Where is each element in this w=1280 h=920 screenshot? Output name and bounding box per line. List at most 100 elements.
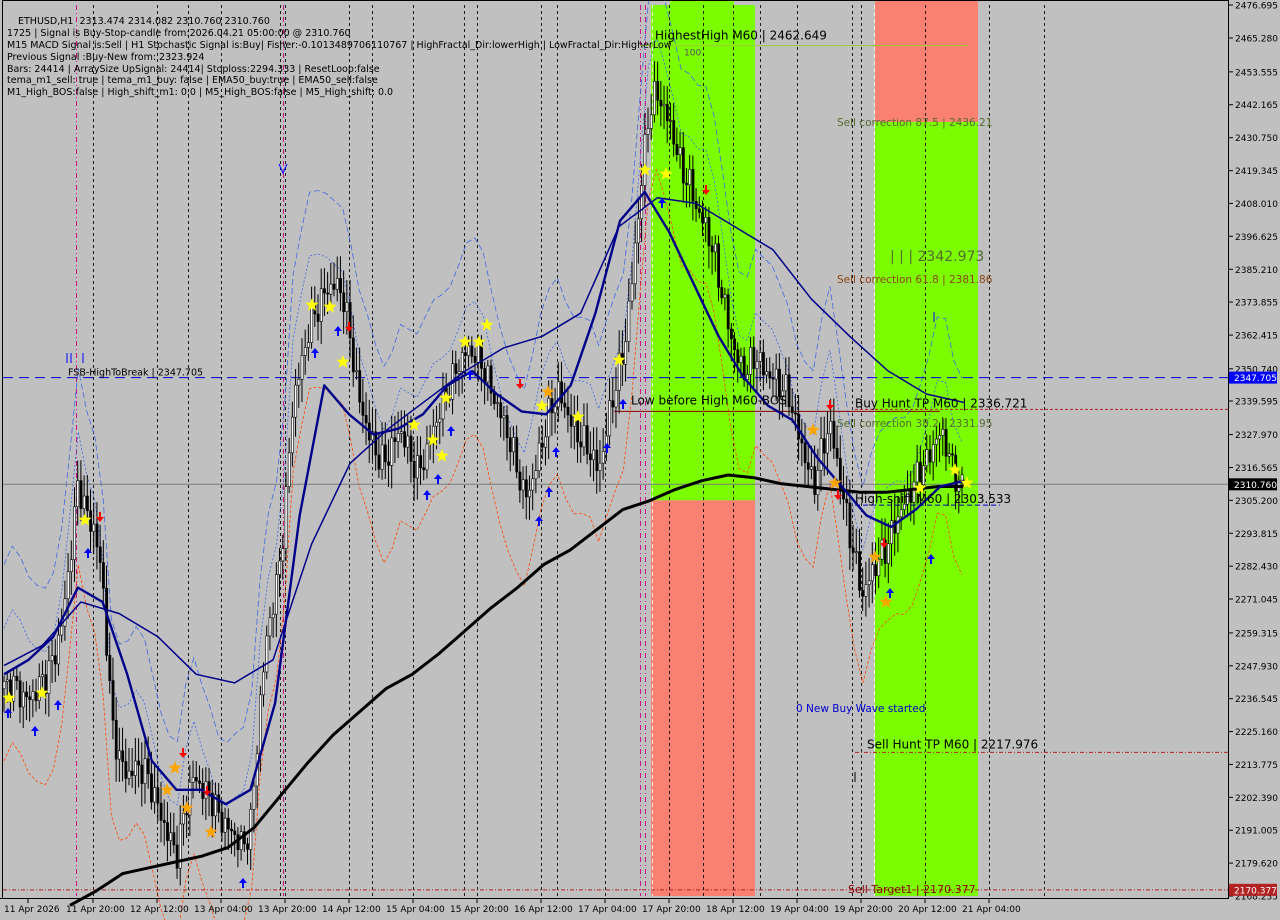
candle-body [819,438,823,471]
price-chart[interactable]: HighestHigh M60 | 2462.649 100 Sell correc… [0,0,1280,920]
candle-body [383,444,387,463]
candle-body [931,444,935,463]
candle-body [399,431,403,434]
candle-body [291,416,294,454]
candle-body [787,374,791,408]
candle-body [800,438,804,444]
candle-body [730,328,733,340]
candle-body [220,811,224,833]
candle-body [633,242,637,285]
candle-body [569,414,573,427]
candle-body [18,680,22,708]
candle-body [675,143,679,156]
candle-body [560,381,563,404]
candle-body [563,402,567,408]
candle-body [2,681,6,690]
candle-body [486,365,490,383]
candle-body [726,294,730,330]
candle-body [646,128,650,135]
candle-body [697,208,701,213]
candle-body [752,347,756,369]
candle-body [707,217,711,247]
candle-body [672,120,676,145]
candle-body [278,560,282,575]
y-tick-label: 2316.565 [1235,464,1278,474]
candle-body [784,374,788,392]
sell-zone-top [875,1,978,122]
candle-body [941,429,945,436]
candle-body [86,495,89,512]
x-tick-label: 14 Apr 12:00 [322,905,381,915]
candle-body [595,449,599,471]
candle-body [835,447,839,459]
y-tick-label: 2213.775 [1235,761,1278,771]
info-line: M15 MACD Signal is:Sell | H1 Stochastic … [7,39,672,51]
candle-body [239,831,243,850]
candle-body [57,634,60,665]
candle-body [326,292,330,295]
chart-annotation: Low before High M60-BOS [631,394,787,408]
candle-body [118,750,121,760]
x-tick-label: 19 Apr 20:00 [834,905,893,915]
candle-body [887,543,890,564]
candle-body [681,147,685,184]
candle-body [694,201,698,210]
candle-body [377,454,381,470]
candle-body [275,574,278,615]
candle-body [342,292,346,313]
x-tick-label: 11 Apr 2026 [4,905,60,915]
candle-body [771,377,775,380]
candle-body [505,415,509,439]
candle-body [637,218,640,244]
candle-body [576,416,580,443]
candle-body [130,770,134,776]
candle-body [137,760,141,766]
info-line: Previous Signal :Buy-New from: 2323.924 [7,51,205,63]
chart-annotation: HighestHigh M60 | 2462.649 [655,29,827,43]
candle-body [951,453,954,456]
y-tick-label: 2225.160 [1235,728,1278,738]
candle-body [925,449,929,467]
candle-body [496,402,499,405]
candle-body [790,406,794,414]
candle-body [947,453,951,457]
x-tick-label: 19 Apr 04:00 [770,905,829,915]
candle-body [774,368,778,380]
candle-body [335,278,339,290]
candle-body [226,817,230,830]
candle-body [25,691,28,698]
candle-body [50,655,54,662]
candle-body [915,461,919,483]
candle-body [508,437,512,453]
candle-body [323,288,326,294]
candle-body [794,412,797,415]
candle-body [92,523,96,532]
candle-body [114,719,118,760]
candle-body [319,288,323,322]
y-tick-label: 2179.620 [1235,860,1278,870]
candle-body [422,467,426,471]
candle-body [223,817,227,833]
candle-body [803,442,807,464]
chart-annotation: High-shift M60 | 2303.533 [855,492,1011,506]
candle-body [281,548,285,562]
candle-body [31,691,35,701]
candle-body [624,341,628,365]
candle-body [861,590,865,597]
y-tick-label: 2385.210 [1235,266,1278,276]
chart-annotation: FSB-HighToBreak | 2347.705 [68,368,203,379]
candle-body [733,338,737,351]
chart-annotation: Sell correction 87.5 | 2436.21 [837,117,992,129]
candle-body [806,462,810,470]
candle-body [890,520,894,545]
candle-body [348,302,352,339]
candle-body [832,420,836,449]
y-tick-label: 2305.200 [1235,497,1278,507]
y-tick-label: 2373.855 [1235,299,1278,309]
info-line: Bars: 24414 | ArraySize UpSignal: 24414|… [7,63,380,75]
candle-body [82,495,86,509]
candle-body [492,392,496,405]
candle-body [419,455,423,469]
candle-body [736,349,740,363]
candle-body [153,787,157,803]
